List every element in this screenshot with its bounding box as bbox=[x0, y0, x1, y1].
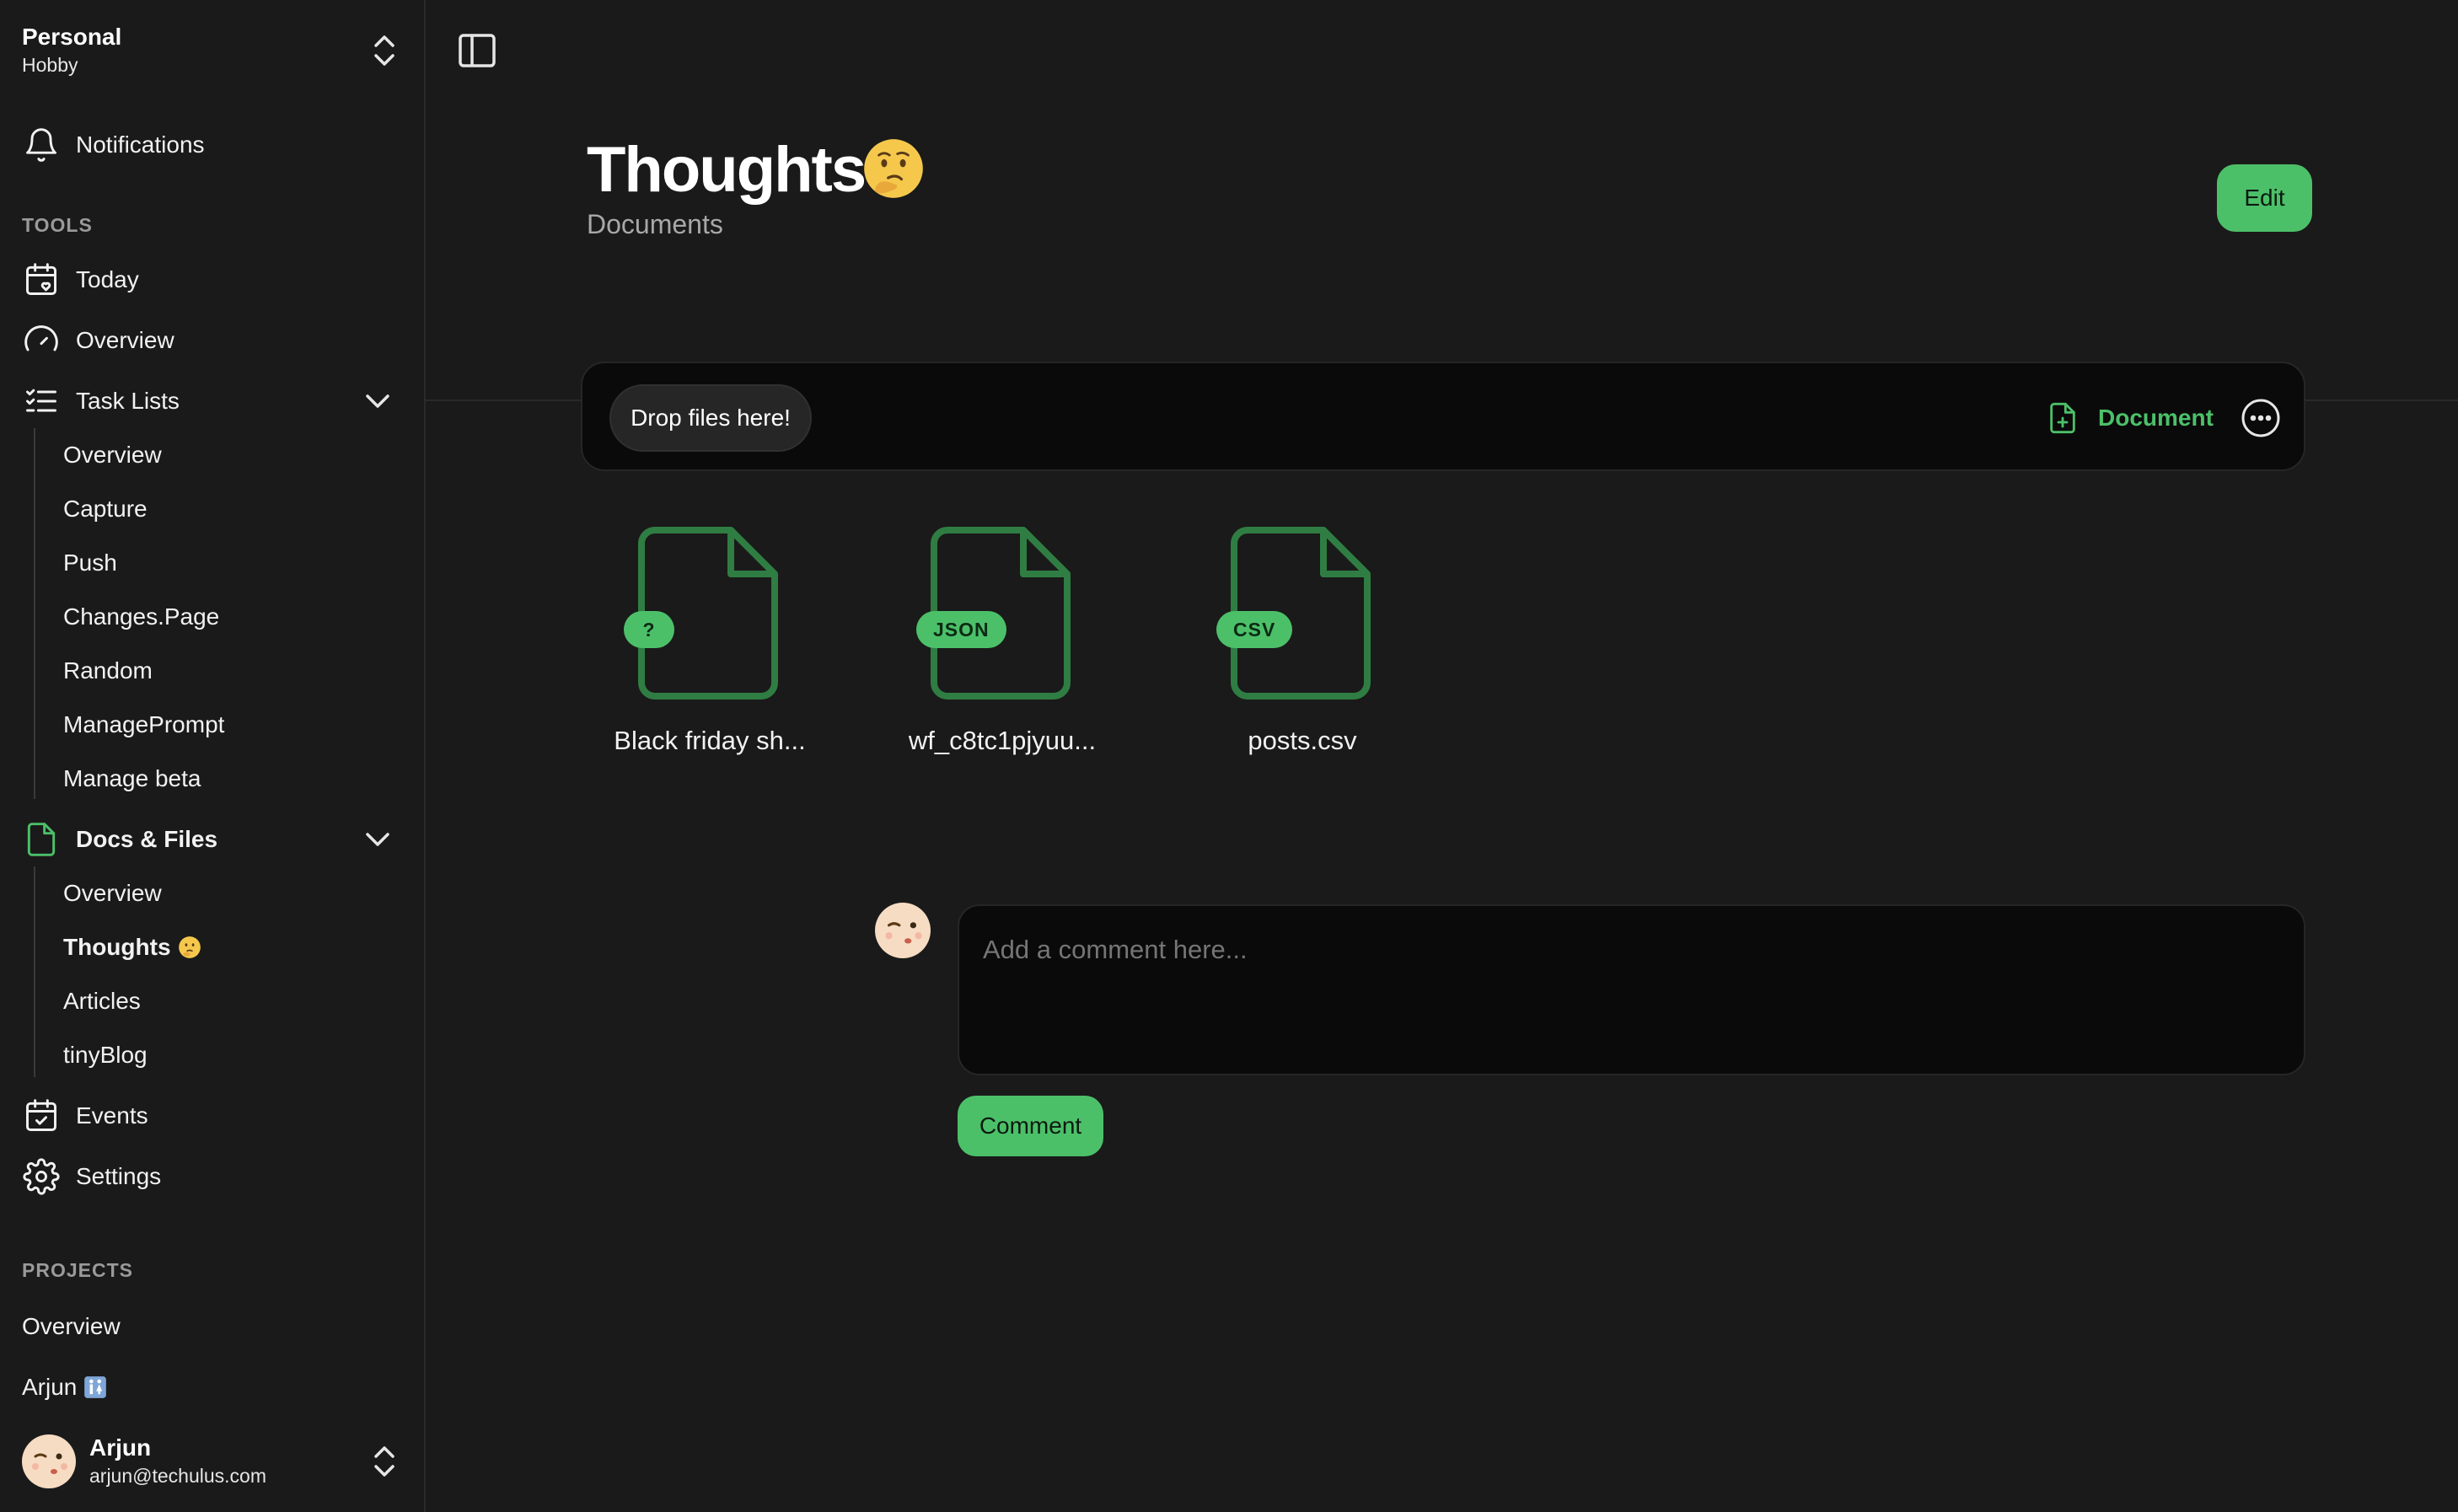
bell-icon bbox=[22, 126, 61, 164]
docs-guide-line bbox=[34, 866, 35, 1077]
nav-task-lists[interactable]: Task Lists bbox=[22, 378, 180, 425]
file-card[interactable]: JSON wf_c8tc1pjyuu... bbox=[895, 527, 1114, 763]
task-list-item[interactable]: Push bbox=[63, 550, 117, 576]
gear-icon bbox=[22, 1157, 61, 1196]
file-type-badge: JSON bbox=[916, 611, 1006, 648]
file-name: posts.csv bbox=[1248, 726, 1357, 755]
workspace-switcher[interactable]: Personal Hobby bbox=[22, 22, 401, 83]
task-list-item[interactable]: ManagePrompt bbox=[63, 711, 224, 738]
file-drop-bar[interactable]: Drop files here! Document bbox=[581, 362, 2305, 471]
new-document-label: Document bbox=[2098, 405, 2214, 431]
comment-input[interactable] bbox=[958, 904, 2305, 1075]
task-list-item[interactable]: Random bbox=[63, 657, 153, 684]
docs-item[interactable]: Overview bbox=[63, 880, 162, 907]
chevron-up-down-icon bbox=[374, 1446, 394, 1477]
sidebar-toggle-icon[interactable] bbox=[457, 32, 497, 69]
file-plus-icon bbox=[2050, 402, 2075, 434]
list-checks-icon bbox=[22, 382, 61, 421]
avatar bbox=[875, 903, 931, 958]
chevron-up-down-icon bbox=[374, 35, 394, 66]
new-document-button[interactable]: Document bbox=[2046, 397, 2214, 439]
nav-today[interactable]: Today bbox=[22, 256, 139, 303]
file-type-badge: CSV bbox=[1216, 611, 1293, 648]
file-icon bbox=[22, 820, 61, 859]
page-subtitle: Documents bbox=[587, 209, 723, 239]
file-card[interactable]: CSV posts.csv bbox=[1195, 527, 1414, 763]
user-switcher[interactable]: Arjun arjun@techulus.com bbox=[22, 1433, 401, 1493]
file-name: wf_c8tc1pjyuu... bbox=[908, 726, 1097, 755]
thinking-face-icon bbox=[178, 936, 201, 958]
page-title: Thoughts bbox=[587, 134, 867, 206]
nav-docs-files[interactable]: Docs & Files bbox=[22, 816, 217, 863]
file-name: Black friday sh... bbox=[614, 726, 806, 755]
task-list-item[interactable]: Changes.Page bbox=[63, 603, 219, 630]
docs-item-label: Thoughts bbox=[63, 934, 171, 960]
file-type-badge: ? bbox=[624, 611, 674, 648]
task-list-item[interactable]: Overview bbox=[63, 442, 162, 469]
nav-notifications-label: Notifications bbox=[76, 131, 205, 158]
chevron-down-icon[interactable] bbox=[361, 384, 394, 418]
project-item[interactable]: Overview bbox=[22, 1313, 121, 1340]
more-options-icon[interactable] bbox=[2240, 397, 2282, 439]
nav-overview-label: Overview bbox=[76, 327, 174, 353]
chevron-down-icon[interactable] bbox=[361, 823, 394, 856]
file-card[interactable]: ? Black friday sh... bbox=[603, 527, 822, 763]
comment-button[interactable]: Comment bbox=[958, 1096, 1103, 1156]
calendar-heart-icon bbox=[22, 260, 61, 299]
tools-section-title: TOOLS bbox=[22, 214, 93, 236]
edit-button[interactable]: Edit bbox=[2217, 164, 2312, 232]
nav-notifications[interactable]: Notifications bbox=[22, 121, 205, 169]
task-list-item[interactable]: Manage beta bbox=[63, 765, 201, 792]
gauge-icon bbox=[22, 321, 61, 360]
drop-files-zone[interactable]: Drop files here! bbox=[609, 384, 812, 452]
nav-settings-label: Settings bbox=[76, 1163, 162, 1189]
restroom-icon bbox=[84, 1376, 107, 1398]
nav-overview[interactable]: Overview bbox=[22, 317, 174, 364]
project-item-label: Arjun bbox=[22, 1374, 78, 1400]
nav-today-label: Today bbox=[76, 266, 139, 292]
docs-item-active[interactable]: Thoughts bbox=[63, 934, 201, 961]
nav-events-label: Events bbox=[76, 1102, 148, 1129]
avatar bbox=[22, 1434, 76, 1488]
nav-docs-files-label: Docs & Files bbox=[76, 826, 218, 852]
project-item[interactable]: Arjun bbox=[22, 1374, 107, 1401]
workspace-plan: Hobby bbox=[22, 54, 78, 76]
nav-events[interactable]: Events bbox=[22, 1092, 148, 1139]
nav-settings[interactable]: Settings bbox=[22, 1153, 161, 1200]
projects-section-title: PROJECTS bbox=[22, 1259, 133, 1281]
calendar-check-icon bbox=[22, 1096, 61, 1135]
docs-item[interactable]: tinyBlog bbox=[63, 1042, 148, 1069]
user-name: Arjun bbox=[89, 1434, 152, 1461]
thinking-face-icon bbox=[864, 139, 923, 198]
nav-task-lists-label: Task Lists bbox=[76, 388, 180, 414]
task-lists-guide-line bbox=[34, 428, 35, 799]
user-email: arjun@techulus.com bbox=[89, 1465, 266, 1487]
sidebar: Personal Hobby Notifications TOOLS Today… bbox=[0, 0, 426, 1512]
task-list-item[interactable]: Capture bbox=[63, 496, 148, 523]
workspace-name: Personal bbox=[22, 24, 122, 50]
docs-item[interactable]: Articles bbox=[63, 988, 141, 1015]
